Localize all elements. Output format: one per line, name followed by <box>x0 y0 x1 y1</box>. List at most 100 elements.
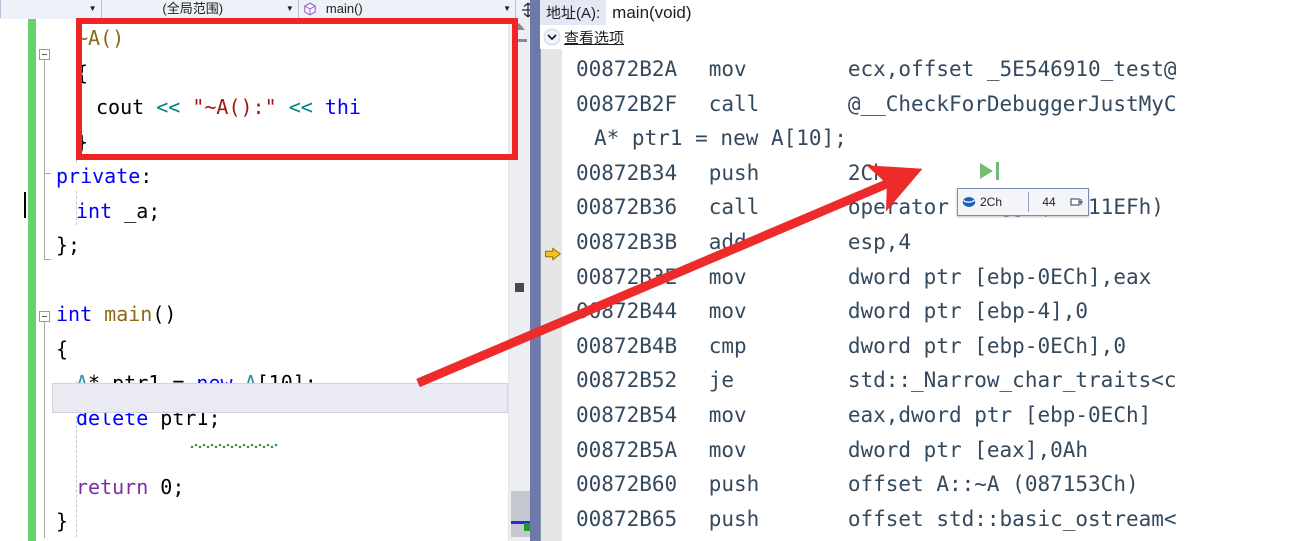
code-token: int <box>56 302 93 326</box>
code-token: << <box>288 95 325 119</box>
instruction-mnemonic: add <box>708 230 747 254</box>
watch-value-icon <box>961 194 977 210</box>
instruction-mnemonic: push <box>708 506 760 531</box>
instruction-mnemonic: cmp <box>708 333 747 358</box>
disassembly-listing[interactable]: 00872B2A mov ecx,offset _5E546910_test@ 008… <box>562 49 1308 541</box>
disassembly-instruction-row: 00872B2F call @__CheckForDebuggerJustMyC <box>576 87 1177 122</box>
datatip-expression: 2Ch <box>980 195 1003 209</box>
code-token: } <box>56 509 69 533</box>
scrollbar-marker <box>515 283 524 292</box>
instruction-mnemonic: push <box>708 160 760 185</box>
instruction-mnemonic: call <box>708 195 760 220</box>
chevron-down-icon[interactable] <box>540 25 564 49</box>
instruction-address: 00872B3B <box>576 230 678 254</box>
instruction-mnemonic: mov <box>708 57 747 81</box>
instruction-address: 00872B44 <box>576 299 678 324</box>
instruction-mnemonic: mov <box>708 437 747 462</box>
code-token: thi <box>324 95 361 119</box>
scope-dropdown[interactable]: (全局范围) ▼ <box>100 0 298 18</box>
method-icon <box>302 1 318 17</box>
instruction-operands: dword ptr [ebp-4],0 <box>847 299 1089 324</box>
instruction-address: 00872B36 <box>576 195 678 220</box>
datatip-value: 44 <box>1042 195 1056 209</box>
pin-icon[interactable] <box>1069 194 1085 210</box>
code-token: { <box>56 336 69 361</box>
code-line: { <box>76 56 88 91</box>
disassembly-instruction-row: 00872B5A mov dword ptr [eax],0Ah <box>576 433 1088 468</box>
text-caret <box>24 192 26 218</box>
member-dropdown-label: main() <box>325 1 363 16</box>
instruction-address: 00872B4B <box>576 333 678 358</box>
address-input[interactable] <box>606 0 1308 25</box>
code-token: : <box>140 164 153 188</box>
collapse-toggle-main[interactable] <box>39 311 50 322</box>
instruction-address: 00872B54 <box>576 403 678 427</box>
outline-guide-tick <box>44 259 51 260</box>
instruction-mnemonic: push <box>708 472 760 497</box>
code-token: << <box>156 95 193 119</box>
instruction-operands: offset std::basic_ostream< <box>847 506 1177 531</box>
instruction-operands: offset A::~A (087153Ch) <box>847 472 1139 497</box>
code-token: ~A() <box>76 26 125 50</box>
code-line: } <box>76 125 88 160</box>
run-to-cursor-icon[interactable] <box>976 160 1004 182</box>
code-line: { <box>56 332 68 367</box>
breakpoint-margin[interactable] <box>0 19 28 541</box>
outlining-margin[interactable] <box>36 19 56 541</box>
disassembly-source-text: A* ptr1 = new A[10]; <box>594 126 847 151</box>
instruction-address: 00872B3E <box>576 264 678 289</box>
outline-guide-line <box>44 322 45 538</box>
disassembly-gutter[interactable] <box>540 49 562 541</box>
instruction-operands: esp,4 <box>847 230 912 254</box>
instruction-operands: eax,dword ptr [ebp-0ECh] <box>847 403 1152 427</box>
pane-splitter[interactable] <box>530 0 540 541</box>
disassembly-instruction-row: 00872B3E mov dword ptr [ebp-0ECh],eax <box>576 260 1151 295</box>
instruction-operands: ecx,offset _5E546910_test@ <box>847 57 1177 81</box>
disassembly-instruction-row: 00872B3B add esp,4 <box>576 225 911 260</box>
code-token: () <box>152 302 177 326</box>
code-token: } <box>76 129 89 154</box>
scroll-collapse-icon[interactable] <box>517 39 527 42</box>
instruction-address: 00872B52 <box>576 368 678 393</box>
instruction-operands: dword ptr [eax],0Ah <box>847 437 1089 462</box>
code-token: }; <box>56 233 81 257</box>
code-line: return 0; <box>76 470 184 505</box>
code-token: _a; <box>112 198 161 223</box>
instruction-pointer-icon <box>544 245 562 263</box>
code-token: 0; <box>148 474 185 499</box>
instruction-address: 00872B34 <box>576 160 678 185</box>
outline-guide-line <box>44 173 45 259</box>
code-token: int <box>76 198 113 223</box>
outline-guide-line <box>44 60 45 173</box>
chevron-down-icon: ▼ <box>503 4 512 13</box>
instruction-mnemonic: call <box>708 91 760 116</box>
navigate-back-dropdown[interactable]: ▼ <box>0 0 101 18</box>
code-line: }; <box>56 228 80 263</box>
editor-text-area[interactable]: ~A(){cout << "~A():" << thi} private: int … <box>0 19 540 541</box>
editor-vertical-scrollbar[interactable] <box>508 19 532 541</box>
member-dropdown[interactable]: main() ▼ <box>297 0 516 18</box>
scroll-up-arrow-icon[interactable] <box>513 23 525 30</box>
code-line: int main() <box>56 297 176 332</box>
instruction-mnemonic: mov <box>708 403 747 427</box>
disassembly-pane: 地址(A): 查看选项 00872B2A mov ecx,offset _5E546… <box>540 0 1308 541</box>
debugger-datatip[interactable]: 2Ch 44 <box>957 188 1089 216</box>
outline-guide-tick <box>44 173 51 174</box>
address-label: 地址(A): <box>546 5 601 22</box>
instruction-address: 00872B2F <box>576 91 678 116</box>
disassembly-instruction-row: 00872B2A mov ecx,offset _5E546910_test@ <box>576 52 1177 87</box>
disassembly-instruction-row: 00872B52 je std::_Narrow_char_traits<c <box>576 363 1177 398</box>
current-statement-highlight <box>52 383 508 413</box>
disassembly-source-line: A* ptr1 = new A[10]; <box>594 121 847 156</box>
source-editor-pane: ▼ (全局范围) ▼ main() ▼ ~A() {cout << "~A()… <box>0 0 540 541</box>
chevron-down-icon: ▼ <box>88 4 97 13</box>
view-options-link[interactable]: 查看选项 <box>564 27 624 48</box>
code-content[interactable]: ~A(){cout << "~A():" << thi} private: int … <box>56 19 508 541</box>
instruction-mnemonic: mov <box>708 299 747 324</box>
disassembly-instruction-row: 00872B44 mov dword ptr [ebp-4],0 <box>576 294 1088 329</box>
code-token: { <box>76 60 89 85</box>
collapse-toggle-class[interactable] <box>39 49 50 60</box>
code-token: "~A():" <box>192 95 277 119</box>
code-line: ~A() <box>76 21 124 56</box>
